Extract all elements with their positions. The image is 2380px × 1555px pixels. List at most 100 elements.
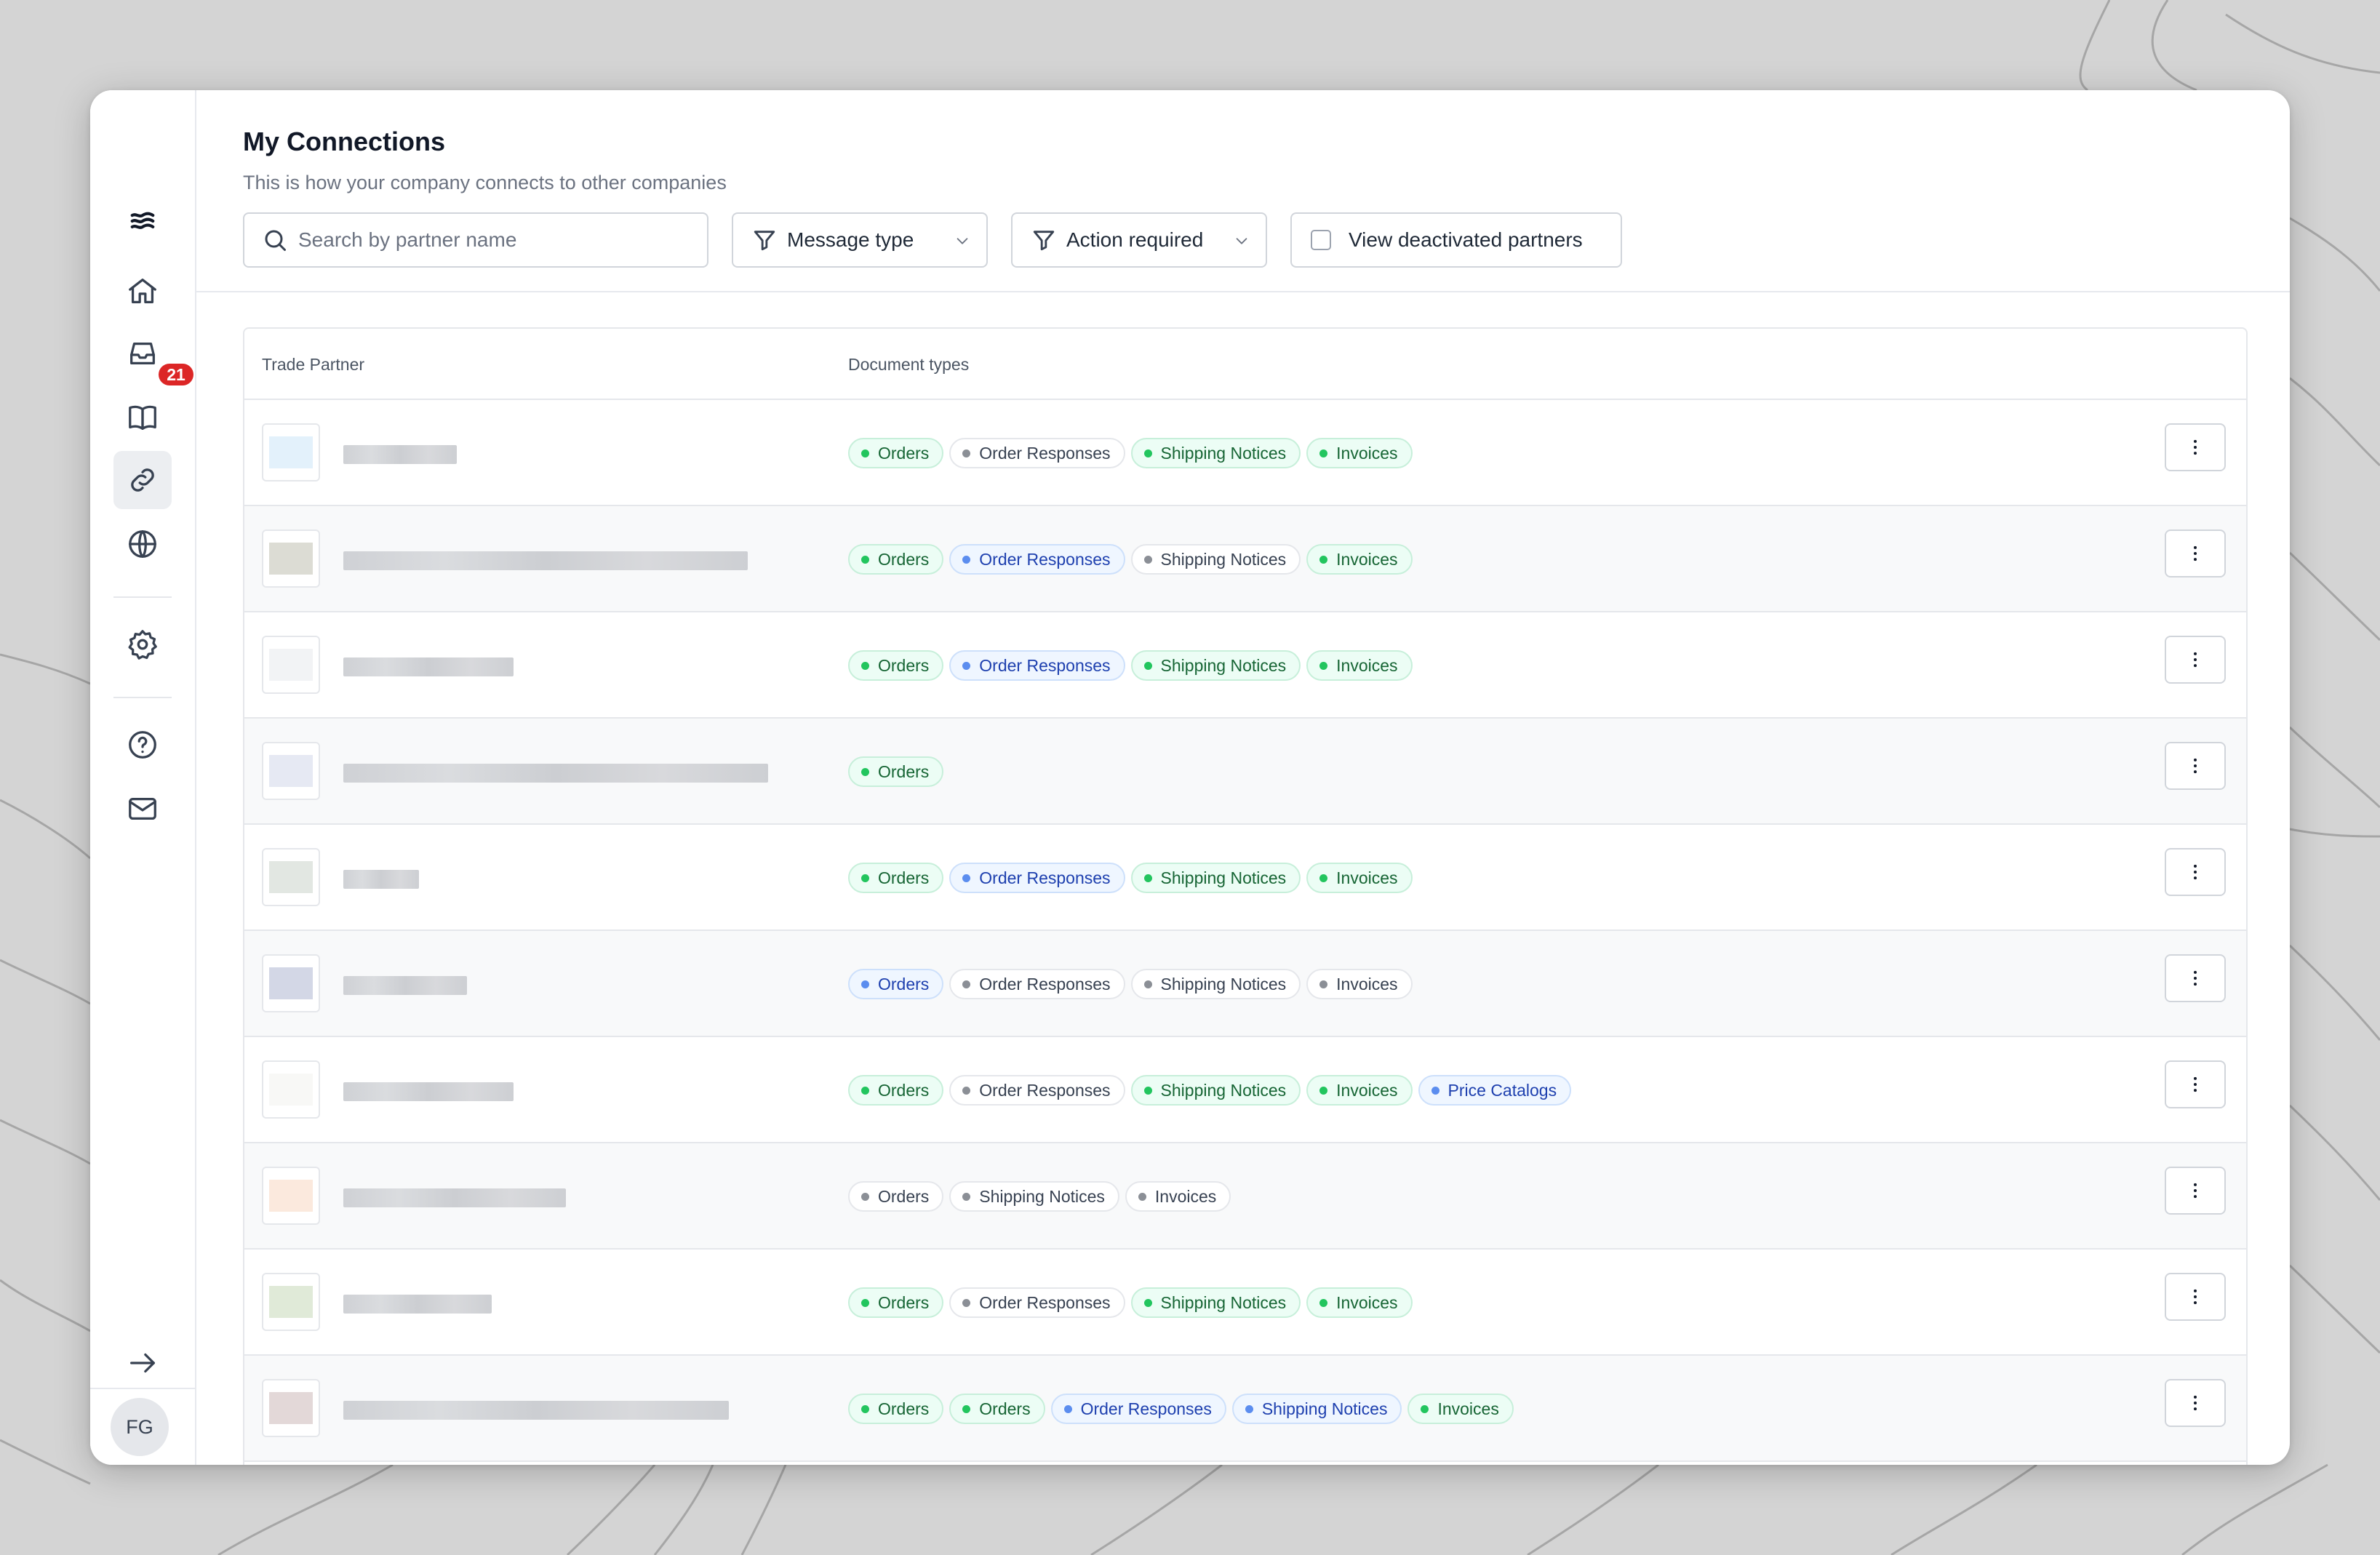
row-actions-button[interactable]: [2165, 423, 2226, 471]
document-type-chip[interactable]: Order Responses: [949, 863, 1125, 893]
row-actions-button[interactable]: [2165, 529, 2226, 577]
nav-network[interactable]: [113, 515, 172, 573]
nav-help[interactable]: [113, 716, 172, 774]
table-row[interactable]: Orders Order Responses Shipping Notices Inv…: [244, 931, 2246, 1037]
document-type-chip[interactable]: Invoices: [1306, 544, 1413, 575]
document-type-label: Shipping Notices: [1160, 549, 1287, 569]
partner-logo-image: [269, 1392, 313, 1424]
document-type-chip[interactable]: Order Responses: [949, 1287, 1125, 1318]
document-type-chip[interactable]: Orders: [848, 544, 944, 575]
document-type-chip[interactable]: Shipping Notices: [1130, 1287, 1301, 1318]
document-type-chip[interactable]: Invoices: [1306, 1075, 1413, 1106]
document-type-chip[interactable]: Price Catalogs: [1418, 1075, 1572, 1106]
document-type-label: Shipping Notices: [1160, 1080, 1287, 1100]
action-required-label: Action required: [1066, 228, 1204, 251]
table-row[interactable]: Orders Order Responses Shipping Notices Inv…: [244, 825, 2246, 931]
row-actions-button[interactable]: [2165, 742, 2226, 790]
nav-messages[interactable]: [113, 780, 172, 838]
document-type-chip[interactable]: Order Responses: [949, 438, 1125, 468]
document-type-chip[interactable]: Order Responses: [949, 650, 1125, 681]
partner-logo-image: [269, 436, 313, 468]
table-row[interactable]: Orders Orders Order Responses Shipping Noti…: [244, 1356, 2246, 1462]
document-type-chip[interactable]: Order Responses: [949, 1075, 1125, 1106]
row-actions-button[interactable]: [2165, 1273, 2226, 1321]
document-type-chip[interactable]: Invoices: [1306, 1287, 1413, 1318]
document-type-chip[interactable]: Order Responses: [949, 969, 1125, 999]
status-dot: [861, 1192, 869, 1201]
table-row[interactable]: Orders Order Responses Shipping Notices Inv…: [244, 400, 2246, 506]
nav-catalog[interactable]: [113, 388, 172, 447]
document-type-chip[interactable]: Orders: [848, 1075, 944, 1106]
document-type-chip[interactable]: Orders: [848, 969, 944, 999]
table-row[interactable]: Orders Order Responses Shipping Notices Inv…: [244, 612, 2246, 719]
partner-name-redacted: [343, 764, 768, 783]
row-actions-button[interactable]: [2165, 1379, 2226, 1427]
search-input[interactable]: Search by partner name: [243, 212, 708, 268]
document-type-chip[interactable]: Shipping Notices: [949, 1181, 1119, 1212]
document-type-chips: Orders Order Responses Shipping Notices Inv…: [848, 1287, 1413, 1318]
document-type-chip[interactable]: Orders: [848, 756, 944, 787]
document-type-chip[interactable]: Shipping Notices: [1130, 969, 1301, 999]
document-type-label: Shipping Notices: [1160, 655, 1287, 675]
document-type-chips: Orders Shipping Notices Invoices: [848, 1181, 1231, 1212]
message-type-filter[interactable]: Message type: [732, 212, 988, 268]
document-type-chip[interactable]: Shipping Notices: [1130, 544, 1301, 575]
document-type-chip[interactable]: Invoices: [1306, 650, 1413, 681]
partner-logo: [262, 954, 320, 1012]
status-dot: [1421, 1404, 1429, 1413]
filter-icon: [1033, 231, 1055, 251]
document-type-chip[interactable]: Orders: [848, 1394, 944, 1424]
document-type-chip[interactable]: Orders: [848, 1181, 944, 1212]
table-row[interactable]: Orders Shipping Notices Invoices: [244, 1143, 2246, 1250]
document-type-label: Orders: [878, 443, 930, 463]
chevron-down-icon: [1236, 238, 1247, 244]
status-dot: [861, 449, 869, 457]
nav-connections[interactable]: [113, 451, 172, 509]
status-dot: [861, 1086, 869, 1095]
row-actions-button[interactable]: [2165, 636, 2226, 684]
row-actions-button[interactable]: [2165, 1060, 2226, 1108]
status-dot: [1143, 1086, 1152, 1095]
document-type-chip[interactable]: Invoices: [1407, 1394, 1514, 1424]
table-row[interactable]: Orders: [244, 719, 2246, 825]
table-row[interactable]: Orders Order Responses Shipping Notices Inv…: [244, 1250, 2246, 1356]
app-window: 21 FG My Connections This is how your co…: [90, 90, 2290, 1465]
document-type-chip[interactable]: Order Responses: [1050, 1394, 1226, 1424]
document-type-chip[interactable]: Invoices: [1306, 969, 1413, 999]
document-type-chip[interactable]: Shipping Notices: [1130, 438, 1301, 468]
document-type-label: Shipping Notices: [1160, 443, 1287, 463]
more-vertical-icon: [2194, 1395, 2197, 1411]
document-type-label: Invoices: [1154, 1186, 1217, 1206]
view-deactivated-checkbox[interactable]: [1311, 230, 1331, 250]
document-type-chip[interactable]: Invoices: [1306, 863, 1413, 893]
nav-settings[interactable]: [113, 615, 172, 673]
avatar[interactable]: FG: [111, 1398, 169, 1456]
view-deactivated-toggle[interactable]: View deactivated partners: [1290, 212, 1622, 268]
document-type-chip[interactable]: Orders: [848, 650, 944, 681]
row-actions-button[interactable]: [2165, 848, 2226, 896]
status-dot: [1143, 661, 1152, 670]
document-type-chip[interactable]: Orders: [848, 1287, 944, 1318]
document-type-chip[interactable]: Shipping Notices: [1130, 1075, 1301, 1106]
table-row[interactable]: Orders Order Responses Shipping Notices Inv…: [244, 506, 2246, 612]
document-type-chip[interactable]: Shipping Notices: [1130, 650, 1301, 681]
action-required-filter[interactable]: Action required: [1011, 212, 1267, 268]
document-type-chip[interactable]: Orders: [848, 438, 944, 468]
document-type-chip[interactable]: Invoices: [1125, 1181, 1231, 1212]
nav-inbox[interactable]: 21: [113, 324, 193, 385]
document-type-chip[interactable]: Invoices: [1306, 438, 1413, 468]
partner-logo-image: [269, 1180, 313, 1212]
document-type-chip[interactable]: Orders: [848, 863, 944, 893]
document-type-chip[interactable]: Shipping Notices: [1231, 1394, 1402, 1424]
document-type-chip[interactable]: Orders: [949, 1394, 1045, 1424]
status-dot: [962, 661, 971, 670]
document-type-chip[interactable]: Shipping Notices: [1130, 863, 1301, 893]
row-actions-button[interactable]: [2165, 954, 2226, 1002]
document-type-chip[interactable]: Order Responses: [949, 544, 1125, 575]
status-dot: [861, 874, 869, 882]
app-logo[interactable]: [113, 192, 172, 250]
table-row[interactable]: Orders Order Responses Shipping Notices Inv…: [244, 1037, 2246, 1143]
expand-sidebar-button[interactable]: [113, 1334, 172, 1392]
nav-home[interactable]: [113, 262, 172, 320]
row-actions-button[interactable]: [2165, 1167, 2226, 1215]
